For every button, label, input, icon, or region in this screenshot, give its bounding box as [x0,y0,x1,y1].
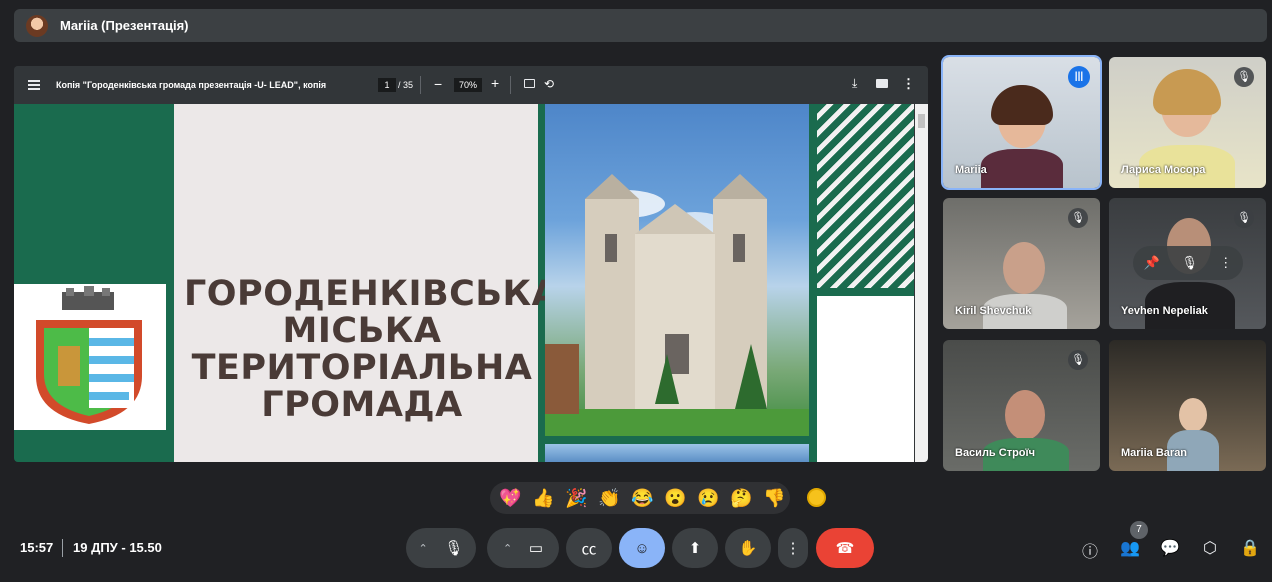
camera-icon[interactable]: ▭ [529,539,543,557]
download-icon[interactable]: ⤓ [852,76,857,91]
participant-body [981,149,1063,188]
church-photo [545,104,809,436]
participant-tile[interactable]: ||| Mariia [941,55,1102,190]
reaction-clap-icon[interactable]: 👏 [595,488,624,509]
menu-icon[interactable] [28,80,40,90]
slide-right-panel [817,296,914,462]
people-icon[interactable]: 👥 [1118,538,1142,558]
emoji-icon: ☺ [634,539,650,557]
coat-of-arms [14,284,166,430]
reactions-button[interactable]: ☺ [619,528,665,568]
toolbar-divider [420,76,421,94]
slide-photo-bottom [545,444,809,462]
mute-participant-icon[interactable]: 🎙 [1181,255,1198,271]
chat-icon[interactable]: 💬 [1158,538,1182,558]
print-icon[interactable] [876,79,888,88]
reaction-heart-icon[interactable]: 💖 [496,488,525,509]
mic-off-icon: 🎙 [1068,350,1088,370]
chevron-up-icon[interactable]: ⌃ [503,542,512,555]
leave-call-button[interactable]: ☎ [816,528,874,568]
reaction-thinking-icon[interactable]: 🤔 [727,488,756,509]
mic-off-icon: 🎙 [1068,208,1088,228]
reaction-sad-icon[interactable]: 😢 [694,488,723,509]
present-button[interactable]: ⬆ [672,528,718,568]
reaction-thumbs-down-icon[interactable]: 👎 [760,488,789,509]
hand-icon: ✋ [738,540,758,557]
mic-off-icon: 🎙 [1234,67,1254,87]
slide: ГОРОДЕНКІВСЬКА МІСЬКА ТЕРИТОРІАЛЬНА ГРОМ… [14,104,914,462]
zoom-out-icon[interactable]: − [434,76,442,92]
participant-name: Mariia Baran [1121,447,1188,459]
participant-hair [1153,69,1221,115]
tile-hover-controls: 📌 🎙 ⋮ [1133,246,1243,280]
reactions-bar: 💖 👍 🎉 👏 😂 😮 😢 🤔 👎 [490,482,790,514]
mic-off-icon: 🎙 [1234,208,1254,228]
page-number-input[interactable]: 1 [378,78,396,92]
participant-face [1179,398,1207,432]
skin-tone-picker-icon[interactable] [807,488,826,507]
meeting-name: 19 ДПУ - 15.50 [73,540,162,555]
participant-tile[interactable]: 🎙 Kiril Shevchuk [943,198,1100,329]
participant-name: Лариса Мосора [1121,164,1206,176]
scrollbar-thumb[interactable] [918,114,925,128]
participant-tile[interactable]: 🎙 Василь Строїч [943,340,1100,471]
microphone-control[interactable]: ⌃ 🎙 [406,528,476,568]
speaking-indicator-icon: ||| [1068,66,1090,88]
camera-control[interactable]: ⌃ ▭ [487,528,559,568]
captions-button[interactable]: ㏄ [566,528,612,568]
current-time: 15:57 [20,540,54,555]
slide-title: ГОРОДЕНКІВСЬКА МІСЬКА ТЕРИТОРІАЛЬНА ГРОМ… [184,274,560,425]
reaction-laugh-icon[interactable]: 😂 [628,488,657,509]
participant-name: Kiril Shevchuk [955,305,1032,317]
fit-page-icon[interactable] [524,79,535,88]
microphone-icon[interactable]: 🎙 [444,539,463,557]
participant-tile[interactable]: 🎙 Лариса Мосора [1109,57,1266,188]
chevron-up-icon[interactable]: ⌃ [419,542,428,555]
meeting-info-icon[interactable]: ⓘ [1078,538,1102,562]
present-screen-icon: ⬆ [688,540,702,557]
presenter-bar: Mariia (Презентація) [14,9,1267,42]
captions-icon: ㏄ [581,540,597,558]
participant-face [1005,390,1045,440]
participant-hair [991,85,1053,125]
page-total: / 35 [398,80,414,90]
zoom-level[interactable]: 70% [454,78,482,92]
participant-name: Василь Строїч [955,447,1035,459]
toolbar-divider [510,76,511,94]
presenter-name: Mariia (Презентація) [60,18,189,33]
participant-face [1003,242,1045,294]
raise-hand-button[interactable]: ✋ [725,528,771,568]
host-controls-icon[interactable]: 🔒 [1238,538,1262,558]
reaction-surprised-icon[interactable]: 😮 [661,488,690,509]
pin-icon[interactable]: 📌 [1144,255,1160,271]
document-title: Копія "Городенківська громада презентаці… [56,80,327,90]
hang-up-icon: ☎ [835,540,855,557]
rotate-icon[interactable]: ⟲ [544,77,554,91]
shared-screen: Копія "Городенківська громада презентаці… [14,66,928,462]
more-options-icon[interactable]: ⋮ [1219,255,1232,271]
footer-divider [62,539,63,557]
participant-tile[interactable]: 🎙 📌 🎙 ⋮ Yevhen Nepeliak [1109,198,1266,329]
more-options-icon: ⋮ [785,540,801,557]
viewer-scrollbar[interactable] [915,104,928,462]
activities-icon[interactable]: ⬡ [1198,538,1222,558]
slide-stripes [817,104,914,288]
people-count-badge: 7 [1130,521,1148,539]
more-options-icon[interactable]: ⋮ [902,76,915,92]
participant-tile[interactable]: Mariia Baran [1109,340,1266,471]
reaction-thumbs-up-icon[interactable]: 👍 [529,488,558,509]
more-options-button[interactable]: ⋮ [778,528,808,568]
presenter-avatar [26,14,48,37]
participant-name: Yevhen Nepeliak [1121,305,1208,317]
participant-name: Mariia [955,164,987,176]
pdf-toolbar: Копія "Городенківська громада презентаці… [14,66,928,104]
reaction-party-icon[interactable]: 🎉 [562,488,591,509]
zoom-in-icon[interactable]: + [491,75,499,91]
